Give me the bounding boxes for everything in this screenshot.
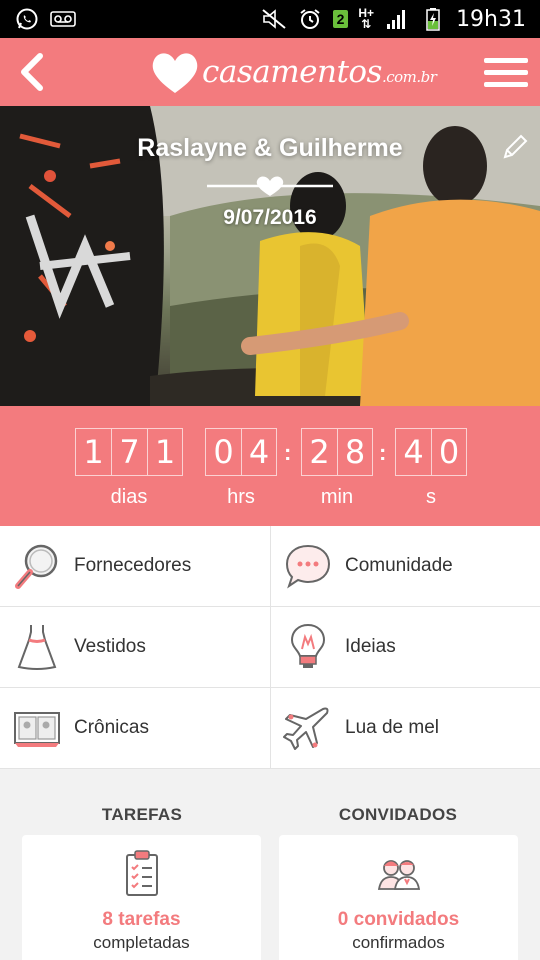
- menu-item-lua-de-mel[interactable]: Lua de mel: [270, 688, 540, 769]
- menu-button[interactable]: [484, 50, 528, 94]
- countdown-days-value: 171: [75, 428, 183, 476]
- tasks-subtext: completadas: [93, 933, 190, 952]
- menu-item-vestidos[interactable]: Vestidos: [0, 607, 270, 688]
- battery-icon: [420, 8, 446, 31]
- heart-logo-icon: [152, 53, 198, 93]
- hamburger-menu-icon: [484, 57, 528, 63]
- app-bar: casamentos.com.br: [0, 38, 540, 106]
- tasks-card[interactable]: 8 tarefas completadas: [22, 835, 261, 960]
- guests-subtext: confirmados: [352, 933, 445, 952]
- guests-couple-icon: [374, 849, 424, 899]
- countdown-days-label: dias: [110, 486, 148, 508]
- menu-item-cronicas[interactable]: Crônicas: [0, 688, 270, 769]
- notification-badge: 2: [332, 10, 349, 28]
- tasks-heading: TAREFAS: [101, 805, 183, 824]
- menu-item-label: Vestidos: [74, 636, 146, 657]
- hero-cover-photo: Raslayne & Guilherme 9/07/2016: [0, 106, 540, 406]
- photo-album-icon: [12, 703, 62, 753]
- countdown-separator: :: [284, 440, 292, 465]
- countdown-seconds: 40 s: [395, 428, 467, 509]
- menu-item-label: Lua de mel: [345, 717, 440, 738]
- magnifier-icon: [12, 541, 62, 591]
- pencil-icon: [503, 134, 528, 159]
- signal-icon: [384, 8, 410, 30]
- countdown-minutes: 28 min: [301, 428, 373, 509]
- menu-item-fornecedores[interactable]: Fornecedores: [0, 526, 270, 607]
- countdown-hours: 04 hrs: [205, 428, 277, 509]
- alarm-clock-icon: [297, 8, 323, 30]
- mute-icon: [261, 8, 287, 30]
- back-button[interactable]: [10, 48, 54, 96]
- app-logo: casamentos.com.br: [150, 44, 437, 100]
- heart-divider-icon: [207, 176, 333, 196]
- countdown-digit: 1: [75, 428, 111, 476]
- whatsapp-icon: [14, 8, 40, 30]
- network-type-label: H+ ⇅: [358, 6, 375, 31]
- edit-button[interactable]: [500, 132, 530, 162]
- countdown-minutes-label: min: [320, 486, 354, 508]
- airplane-icon: [283, 703, 333, 753]
- countdown-hours-label: hrs: [227, 486, 255, 508]
- menu-item-label: Crônicas: [74, 717, 149, 738]
- wedding-date: 9/07/2016: [223, 206, 317, 229]
- countdown-days: 171 dias: [75, 428, 183, 509]
- voicemail-icon: [50, 8, 76, 30]
- menu-item-label: Ideias: [345, 636, 396, 657]
- countdown-separator: :: [379, 440, 387, 465]
- guests-card[interactable]: 0 convidados confirmados: [279, 835, 518, 960]
- menu-item-label: Fornecedores: [74, 555, 192, 576]
- clipboard-checklist-icon: [117, 849, 167, 899]
- logo-domain: .com.br: [381, 68, 437, 86]
- guests-heading: CONVIDADOS: [338, 805, 458, 824]
- menu-item-label: Comunidade: [345, 555, 453, 576]
- logo-text: casamentos.com.br: [202, 54, 437, 90]
- dress-icon: [12, 622, 62, 672]
- menu-item-ideias[interactable]: Ideias: [270, 607, 540, 688]
- chevron-left-icon: [21, 53, 43, 91]
- summary-section: TAREFAS CONVIDADOS 8 tarefas completadas…: [0, 769, 540, 960]
- guests-count: 0 convidados: [337, 909, 460, 930]
- menu-item-comunidade[interactable]: Comunidade: [270, 526, 540, 607]
- status-time: 19h31: [456, 6, 526, 32]
- feature-menu-grid: Fornecedores Comunidade Vestidos Ideias …: [0, 526, 540, 769]
- lightbulb-icon: [283, 622, 333, 672]
- chat-bubble-icon: [283, 541, 333, 591]
- wedding-countdown: 171 dias 04 hrs : 28 min : 40 s: [0, 406, 540, 526]
- tasks-count: 8 tarefas: [102, 909, 181, 930]
- status-bar: 2 H+ ⇅ 19h31: [0, 0, 540, 38]
- couple-names: Raslayne & Guilherme: [137, 134, 403, 162]
- countdown-seconds-label: s: [426, 486, 436, 508]
